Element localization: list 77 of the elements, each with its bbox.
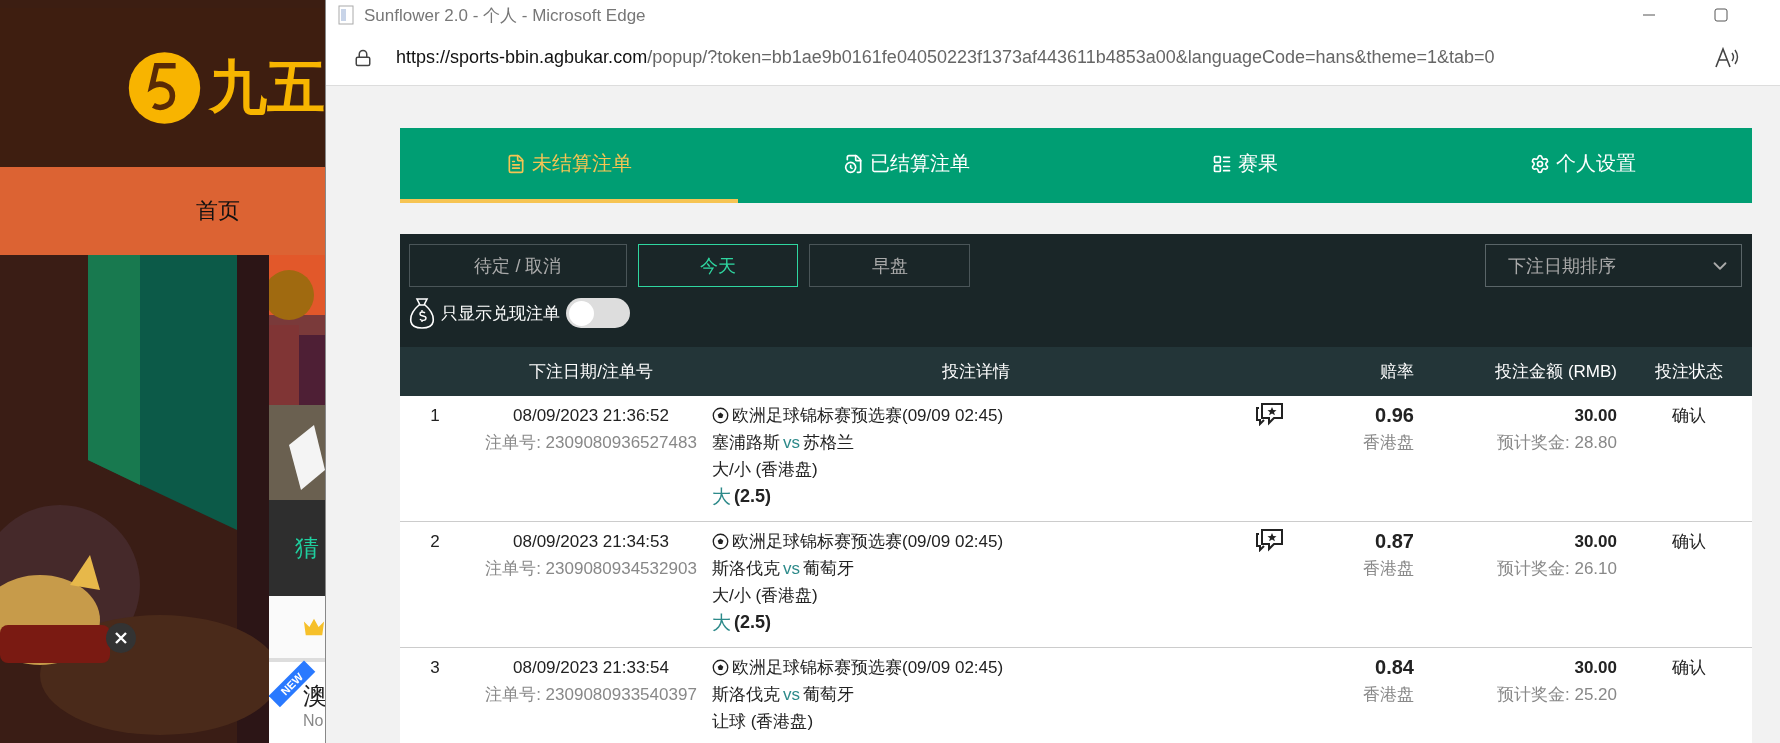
toggle-label: 只显示兑现注单	[441, 302, 560, 325]
versus-text: vs	[783, 432, 800, 454]
ticket-number: 注单号: 2309080933540397	[485, 684, 697, 706]
home-team: 斯洛伐克	[712, 684, 780, 706]
bet-status: 确认	[1671, 657, 1706, 679]
versus-text: vs	[783, 684, 800, 706]
tab[interactable]: 已结算注单	[738, 128, 1076, 203]
league-name: 欧洲足球锦标赛预选赛(09/09 02:45)	[732, 657, 1004, 679]
tab[interactable]: 个人设置	[1414, 128, 1752, 203]
estimated-payout: 预计奖金: 25.20	[1497, 684, 1617, 706]
soccer-ball-icon	[712, 407, 729, 424]
maximize-icon[interactable]	[1714, 8, 1728, 22]
away-team: 葡萄牙	[803, 558, 854, 580]
column-header: 投注金额 (RMB)	[1494, 361, 1618, 383]
home-team: 塞浦路斯	[712, 432, 780, 454]
estimated-payout: 预计奖金: 28.80	[1497, 432, 1617, 454]
league-name: 欧洲足球锦标赛预选赛(09/09 02:45)	[732, 405, 1004, 427]
versus-text: vs	[783, 558, 800, 580]
stake-amount: 30.00	[1574, 657, 1617, 679]
row-number: 3	[430, 657, 440, 679]
toggle-switch[interactable]	[566, 298, 630, 328]
odds-type: 香港盘	[1363, 684, 1414, 706]
filter-button[interactable]: 今天	[638, 244, 798, 287]
bet-time: 08/09/2023 21:36:52	[513, 405, 669, 427]
stake-amount: 30.00	[1574, 531, 1617, 553]
column-header: 投注详情	[941, 361, 1011, 383]
site-logo-text: 九五	[209, 52, 325, 121]
window-title: Sunflower 2.0 - 个人 - Microsoft Edge	[364, 4, 647, 27]
bet-time: 08/09/2023 21:33:54	[513, 657, 669, 679]
market-type: 大/小 (香港盘)	[712, 585, 818, 607]
odds-type: 香港盘	[1363, 558, 1414, 580]
column-header: 赔率	[1379, 361, 1415, 383]
odds-value: 0.84	[1375, 655, 1414, 680]
bet-pick: 大	[712, 485, 731, 509]
league-name: 欧洲足球锦标赛预选赛(09/09 02:45)	[732, 531, 1004, 553]
bet-line: (2.5)	[734, 485, 771, 508]
stake-amount: 30.00	[1574, 405, 1617, 427]
estimated-payout: 预计奖金: 26.10	[1497, 558, 1617, 580]
page-icon	[338, 5, 354, 25]
soccer-ball-icon	[712, 659, 729, 676]
odds-value: 0.87	[1375, 529, 1414, 554]
filter-button[interactable]: 早盘	[809, 244, 970, 287]
away-team: 苏格兰	[803, 432, 854, 454]
sort-select[interactable]: 下注日期排序	[1485, 244, 1742, 287]
away-team: 葡萄牙	[803, 684, 854, 706]
list-icon	[506, 153, 526, 174]
board-icon	[1212, 153, 1232, 174]
chat-star-icon[interactable]	[1255, 528, 1285, 552]
bet-time: 08/09/2023 21:34:53	[513, 531, 669, 553]
odds-type: 香港盘	[1363, 432, 1414, 454]
row-number: 2	[430, 531, 440, 553]
soccer-ball-icon	[712, 533, 729, 550]
column-header: 下注日期/注单号	[528, 361, 654, 383]
document-clock-icon	[844, 153, 864, 174]
ticket-number: 注单号: 2309080934532903	[485, 558, 697, 580]
row-number: 1	[430, 405, 440, 427]
bet-pick: 大	[712, 611, 731, 635]
ticket-number: 注单号: 2309080936527483	[485, 432, 697, 454]
bet-status: 确认	[1671, 405, 1706, 427]
settings-icon	[1530, 153, 1550, 174]
chat-star-icon[interactable]	[1255, 402, 1285, 426]
market-type: 大/小 (香港盘)	[712, 459, 818, 481]
nav-link[interactable]: 首页	[196, 196, 240, 226]
money-bag-icon	[409, 297, 435, 329]
tab[interactable]: 赛果	[1076, 128, 1414, 203]
market-type: 让球 (香港盘)	[712, 711, 814, 733]
home-team: 斯洛伐克	[712, 558, 780, 580]
odds-value: 0.96	[1375, 403, 1414, 428]
bet-status: 确认	[1671, 531, 1706, 553]
column-header: 投注状态	[1653, 361, 1724, 383]
lock-icon[interactable]	[354, 48, 372, 67]
filter-button[interactable]: 待定 / 取消	[409, 244, 627, 287]
card-subtitle: No	[303, 712, 325, 730]
game-title[interactable]: 猜	[295, 532, 319, 564]
crown-icon	[303, 617, 325, 637]
read-aloud-icon[interactable]	[1714, 46, 1740, 69]
bet-line: (2.5)	[734, 611, 771, 634]
